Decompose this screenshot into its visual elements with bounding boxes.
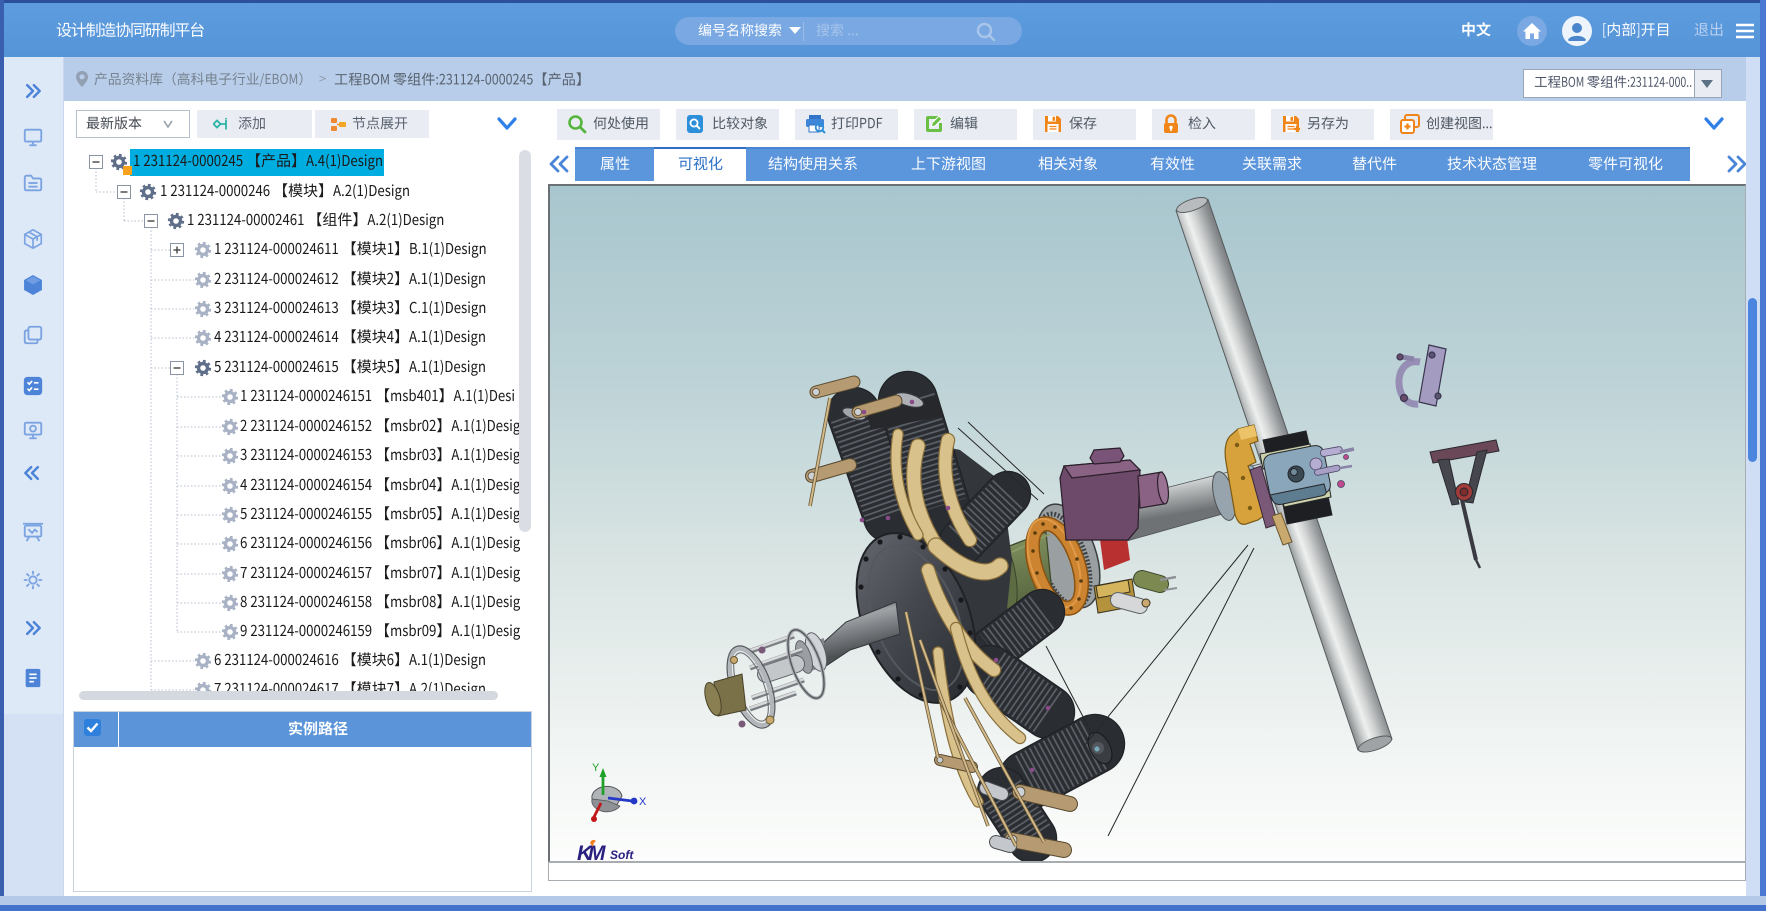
svg-text:Y: Y (592, 762, 600, 774)
svg-text:M: M (588, 842, 606, 861)
svg-text:X: X (639, 796, 647, 808)
svg-text:Soft: Soft (610, 848, 634, 861)
